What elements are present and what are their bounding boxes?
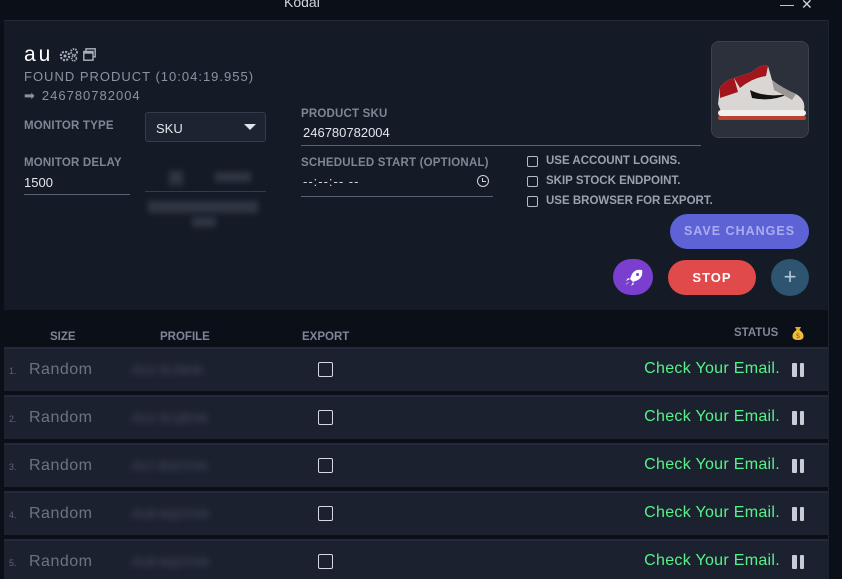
scheduled-start-input[interactable]: --:--:-- -- — [301, 171, 493, 197]
sneaker-icon — [712, 42, 808, 137]
row-size: Random — [29, 505, 93, 522]
product-sku-value: 246780782004 — [303, 125, 390, 140]
proxy-select[interactable] — [145, 162, 266, 192]
monitor-delay-value: 1500 — [24, 175, 53, 190]
stop-button[interactable]: STOP — [668, 260, 756, 295]
table-row[interactable]: 5. Random AU8-NQZYHA Check Your Email. — [4, 539, 828, 579]
task-name: au — [24, 43, 54, 66]
row-status: Check Your Email. — [644, 408, 780, 425]
header-profile: PROFILE — [160, 331, 210, 343]
header-size: SIZE — [50, 331, 76, 343]
scheduled-start-label: SCHEDULED START (OPTIONAL) — [301, 157, 489, 169]
row-index: 2. — [9, 414, 17, 424]
export-checkbox[interactable] — [318, 410, 333, 425]
redacted-block — [148, 201, 258, 213]
table-row[interactable]: 3. Random AU7-BSZYHA Check Your Email. — [4, 443, 828, 487]
row-profile: AU8-NQZYHA — [132, 507, 210, 521]
export-checkbox[interactable] — [318, 554, 333, 569]
export-checkbox[interactable] — [318, 458, 333, 473]
export-checkbox[interactable] — [318, 506, 333, 521]
row-status: Check Your Email. — [644, 456, 780, 473]
row-status: Check Your Email. — [644, 360, 780, 377]
pause-icon[interactable] — [792, 363, 804, 377]
table-row[interactable]: 1. Random AU1-SLINHA Check Your Email. — [4, 347, 828, 391]
pause-icon[interactable] — [792, 555, 804, 569]
add-button[interactable]: + — [771, 259, 809, 296]
checkbox[interactable] — [527, 196, 538, 207]
monitor-delay-label: MONITOR DELAY — [24, 157, 122, 169]
gears-icon[interactable] — [59, 47, 79, 63]
row-index: 5. — [9, 558, 17, 568]
product-image — [711, 41, 809, 138]
start-button[interactable] — [613, 259, 653, 295]
row-size: Random — [29, 361, 93, 378]
pause-icon[interactable] — [792, 411, 804, 425]
row-profile: AU7-BSZYHA — [132, 459, 208, 473]
window-icon[interactable] — [83, 48, 96, 61]
product-sku-label: PRODUCT SKU — [301, 108, 388, 120]
table-row[interactable]: 4. Random AU8-NQZYHA Check Your Email. — [4, 491, 828, 535]
panel-divider — [828, 20, 829, 579]
close-icon[interactable]: ✕ — [801, 0, 813, 13]
arrow-right-icon: ➡ — [24, 88, 36, 103]
row-index: 1. — [9, 366, 17, 376]
option-label: SKIP STOCK ENDPOINT. — [546, 175, 681, 187]
monitor-type-value: SKU — [156, 121, 183, 136]
row-profile: AU1-SLINHA — [132, 363, 203, 377]
row-size: Random — [29, 457, 93, 474]
row-status: Check Your Email. — [644, 504, 780, 521]
checkbox[interactable] — [527, 176, 538, 187]
pause-icon[interactable] — [792, 507, 804, 521]
found-product-sku: ➡ 246780782004 — [24, 88, 141, 104]
row-profile: AU8-NQZYHA — [132, 555, 210, 569]
header-export: EXPORT — [302, 331, 350, 343]
option-label: USE BROWSER FOR EXPORT. — [546, 195, 713, 207]
option-label: USE ACCOUNT LOGINS. — [546, 155, 681, 167]
product-sku-input[interactable]: 246780782004 — [301, 122, 701, 146]
row-index: 4. — [9, 510, 17, 520]
title-bar: Kodai — ✕ — [0, 0, 842, 20]
minimize-icon[interactable]: — — [780, 0, 794, 12]
monitor-delay-input[interactable]: 1500 — [24, 173, 130, 195]
row-size: Random — [29, 409, 93, 426]
table-row[interactable]: 2. Random AU1-SLQEHA Check Your Email. — [4, 395, 828, 439]
found-product-text: FOUND PRODUCT (10:04:19.955) — [24, 69, 255, 84]
row-index: 3. — [9, 462, 17, 472]
found-sku-value: 246780782004 — [41, 88, 141, 103]
svg-text:$: $ — [796, 332, 800, 340]
rocket-icon — [626, 269, 643, 286]
monitor-type-label: MONITOR TYPE — [24, 120, 114, 132]
task-settings-panel: au FOUND PRODUCT (10:04:19.955) ➡ 2467807… — [4, 20, 828, 310]
row-size: Random — [29, 553, 93, 570]
caret-down-icon — [244, 124, 256, 130]
pause-icon[interactable] — [792, 459, 804, 473]
checkbox[interactable] — [527, 156, 538, 167]
header-status: STATUS — [734, 327, 779, 339]
row-profile: AU1-SLQEHA — [132, 411, 209, 425]
export-checkbox[interactable] — [318, 362, 333, 377]
table-header: SIZE PROFILE EXPORT STATUS $ — [4, 311, 828, 347]
clock-icon[interactable] — [477, 175, 489, 187]
row-status: Check Your Email. — [644, 552, 780, 569]
scheduled-start-value: --:--:-- -- — [303, 174, 360, 189]
redacted-block — [192, 217, 216, 227]
window-title: Kodai — [284, 0, 320, 10]
redacted-block — [169, 171, 183, 185]
save-changes-button[interactable]: SAVE CHANGES — [670, 214, 809, 249]
money-bag-icon: $ — [792, 327, 804, 340]
monitor-type-select[interactable]: SKU — [145, 112, 266, 142]
redacted-block — [215, 172, 251, 182]
